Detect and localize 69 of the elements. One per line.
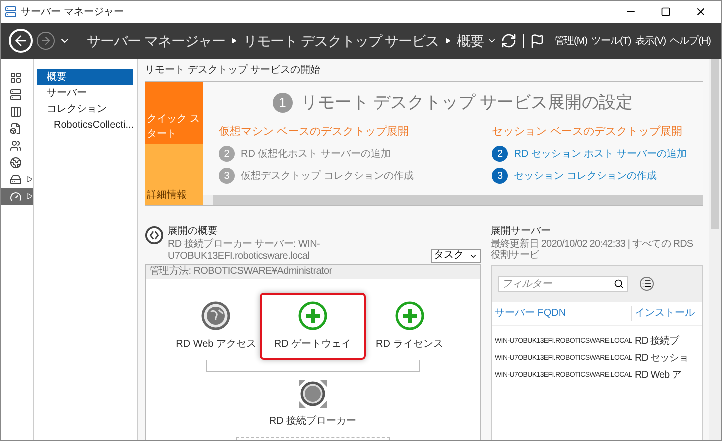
- filter-field[interactable]: フィルター: [498, 276, 628, 292]
- broker-subtitle: RD 接続ブローカー サーバー: WIN-U7OBUK13EFI.roboticsware.local: [168, 239, 322, 263]
- window-title: サーバー マネージャー: [21, 6, 124, 20]
- globe-icon: [201, 301, 232, 331]
- broker-badge-icon: [145, 226, 164, 245]
- role-label: RD 接続ブローカー: [269, 414, 357, 429]
- section-title: 展開の概要: [168, 224, 219, 238]
- menu-item[interactable]: 管理(M): [554, 34, 588, 48]
- nav-item[interactable]: RoboticsCollecti...: [37, 117, 137, 133]
- menu-item[interactable]: ヘルプ(H): [670, 34, 711, 48]
- breadcrumb-item[interactable]: 概要: [457, 30, 484, 52]
- menu-item[interactable]: 表示(V): [635, 34, 666, 48]
- expand-icon: [26, 176, 33, 183]
- nav-item[interactable]: 概要: [37, 69, 133, 85]
- breadcrumb-item[interactable]: リモート デスクトップ サービス: [243, 30, 440, 52]
- broker-icon: [297, 378, 329, 410]
- step-link[interactable]: RD セッション ホスト サーバーの追加: [514, 146, 687, 162]
- separator-icon: [231, 38, 238, 44]
- column-heading: 仮想マシン ベースのデスクトップ展開: [219, 124, 410, 140]
- step-link[interactable]: セッション コレクションの作成: [514, 168, 657, 184]
- column-heading: セッション ベースのデスクトップ展開: [492, 124, 684, 140]
- servers-subtitle: 最終更新日 2020/10/02 20:42:33 | すべての RDS 役割サービ: [491, 239, 694, 261]
- maximize-icon[interactable]: [661, 7, 671, 17]
- close-icon[interactable]: [695, 6, 707, 18]
- table-cell-text: RD 接続ブ: [634, 336, 680, 348]
- step-label: RD 仮想化ホスト サーバーの追加: [241, 148, 391, 162]
- file-server-icon: [10, 122, 22, 134]
- step-number: 3: [492, 168, 508, 184]
- plus-circle-icon: [394, 301, 425, 331]
- flag-icon[interactable]: [530, 34, 545, 48]
- users-icon: [10, 140, 22, 152]
- app-icon: [5, 6, 17, 18]
- section-heading: リモート デスクトップ サービスの開始: [145, 64, 322, 78]
- refresh-icon[interactable]: [500, 33, 517, 49]
- vertical-scrollbar[interactable]: [709, 59, 721, 440]
- step-label: 仮想デスクトップ コレクションの作成: [241, 170, 414, 184]
- nav-item[interactable]: コレクション: [37, 101, 133, 117]
- storage-icon: [10, 174, 22, 186]
- search-icon: [614, 279, 624, 289]
- arrow-right-icon: [40, 35, 52, 47]
- globe-icon: [10, 156, 22, 168]
- role-node[interactable]: RD ゲートウェイ: [260, 293, 366, 360]
- column-header[interactable]: サーバー FQDN: [492, 306, 632, 321]
- gauge-icon: [10, 190, 22, 202]
- list-options-icon[interactable]: [640, 277, 654, 291]
- separator-icon: [445, 38, 452, 44]
- managed-by: 管理方法: ROBOTICSWARE¥Administrator: [146, 265, 480, 279]
- rail-item[interactable]: [1, 188, 33, 205]
- plus-circle-icon: [298, 301, 328, 331]
- server-icon: [10, 88, 22, 100]
- step-number: 1: [272, 92, 293, 113]
- tasks-button[interactable]: タスク: [431, 249, 481, 263]
- grid-icon: [10, 72, 22, 84]
- servers-icon: [10, 106, 22, 118]
- back-button[interactable]: [9, 29, 33, 53]
- section-title: 展開サーバー: [491, 225, 552, 238]
- quick-start-tile[interactable]: 詳細情報: [145, 144, 203, 205]
- horizontal-scrollbar[interactable]: [203, 195, 703, 205]
- menu-item[interactable]: ツール(T): [591, 34, 632, 48]
- table-cell-text: RD セッショ: [634, 353, 689, 365]
- table-cell-text: RD Web ア: [634, 370, 682, 382]
- step-number: 2: [492, 146, 508, 162]
- panel-title: リモート デスクトップ サービス展開の設定: [300, 92, 634, 114]
- step-number: 2: [219, 146, 235, 162]
- nav-item[interactable]: サーバー: [37, 85, 133, 101]
- step-number: 3: [219, 168, 235, 184]
- column-header[interactable]: インストール: [632, 306, 695, 321]
- breadcrumb-item[interactable]: サーバー マネージャー: [87, 30, 226, 52]
- expand-icon: [26, 193, 33, 200]
